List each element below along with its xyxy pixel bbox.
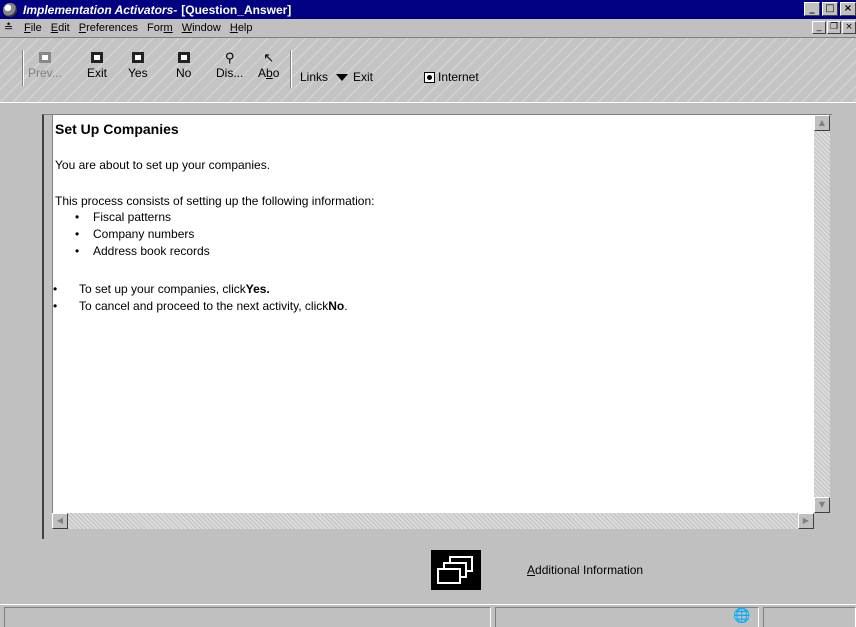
about-button[interactable]: ↖ Abo: [258, 51, 279, 81]
menu-preferences[interactable]: Preferences: [79, 22, 138, 34]
mdi-restore-button[interactable]: ❐: [827, 21, 841, 34]
maximize-button[interactable]: □: [822, 2, 838, 16]
scroll-left-icon[interactable]: ◀: [52, 513, 68, 529]
list-item: • Company numbers: [75, 227, 195, 241]
toolbar: Prev... Exit Yes No ⚲ Dis... ↖ Abo Links…: [0, 37, 856, 103]
scroll-up-icon[interactable]: ▲: [814, 115, 830, 131]
links-button[interactable]: Links Exit: [300, 70, 373, 84]
scroll-down-icon[interactable]: ▼: [814, 497, 830, 513]
no-button[interactable]: No: [176, 52, 191, 80]
content-area: Set Up Companies You are about to set up…: [52, 115, 814, 513]
exit-button[interactable]: Exit: [87, 52, 107, 80]
title-separator: -: [173, 2, 178, 17]
title-bar: Implementation Activators - [Question_An…: [0, 0, 856, 19]
mdi-close-button[interactable]: ×: [842, 21, 856, 34]
list-item: • Address book records: [75, 244, 210, 258]
about-icon: ↖: [263, 51, 275, 66]
page-title: Set Up Companies: [55, 121, 179, 137]
app-globe-icon[interactable]: [3, 2, 17, 17]
action-list: • To set up your companies, click Yes. • T…: [53, 281, 348, 315]
close-button[interactable]: ×: [840, 2, 856, 16]
document-title: [Question_Answer]: [181, 2, 292, 17]
mdi-minimize-button[interactable]: _: [812, 21, 826, 34]
prev-icon: [38, 52, 51, 63]
minimize-button[interactable]: _: [804, 2, 820, 16]
info-list: • Fiscal patterns • Company numbers • Addre…: [55, 209, 210, 260]
scroll-right-icon[interactable]: ▶: [798, 513, 814, 529]
list-item: • To set up your companies, click Yes.: [53, 282, 270, 296]
menu-file[interactable]: File: [24, 22, 42, 34]
toolbar-separator: [290, 50, 292, 88]
horizontal-scrollbar[interactable]: ◀ ▶: [52, 513, 814, 529]
globe-icon: 🌐: [733, 608, 751, 624]
list-item: • Fiscal patterns: [75, 210, 172, 224]
system-menu-icon[interactable]: ≛: [4, 22, 20, 34]
no-icon: [177, 52, 190, 63]
internet-icon: [424, 71, 435, 83]
vertical-scrollbar[interactable]: ▲ ▼: [814, 115, 830, 513]
menu-form[interactable]: Form: [147, 22, 173, 34]
menu-help[interactable]: Help: [230, 22, 253, 34]
menu-bar: ≛ File Edit Preferences Form Window Help…: [0, 19, 856, 37]
additional-information-icon[interactable]: [431, 550, 481, 590]
status-bar: [0, 604, 856, 627]
exit-link[interactable]: Exit: [353, 70, 373, 84]
menu-window[interactable]: Window: [182, 22, 221, 34]
exit-icon: [91, 52, 103, 63]
list-item: • To cancel and proceed to the next activ…: [53, 299, 348, 313]
scroll-corner: [814, 513, 830, 529]
yes-icon: [131, 52, 144, 63]
app-title: Implementation Activators: [23, 2, 174, 17]
additional-information-link[interactable]: Additional Information: [527, 563, 643, 577]
status-pane-right: [763, 607, 856, 627]
yes-button[interactable]: Yes: [128, 52, 148, 80]
toolbar-grip: [22, 50, 24, 86]
process-text: This process consists of setting up the …: [55, 194, 375, 208]
menu-edit[interactable]: Edit: [51, 22, 70, 34]
dropdown-arrow-icon: [336, 73, 349, 81]
internet-button[interactable]: Internet: [424, 70, 479, 84]
status-pane-main: [4, 607, 491, 627]
intro-text: You are about to set up your companies.: [55, 158, 271, 172]
display-button[interactable]: ⚲ Dis...: [216, 51, 243, 81]
status-pane-secondary: [495, 607, 759, 627]
prev-button[interactable]: Prev...: [28, 52, 62, 80]
display-icon: ⚲: [224, 51, 235, 66]
